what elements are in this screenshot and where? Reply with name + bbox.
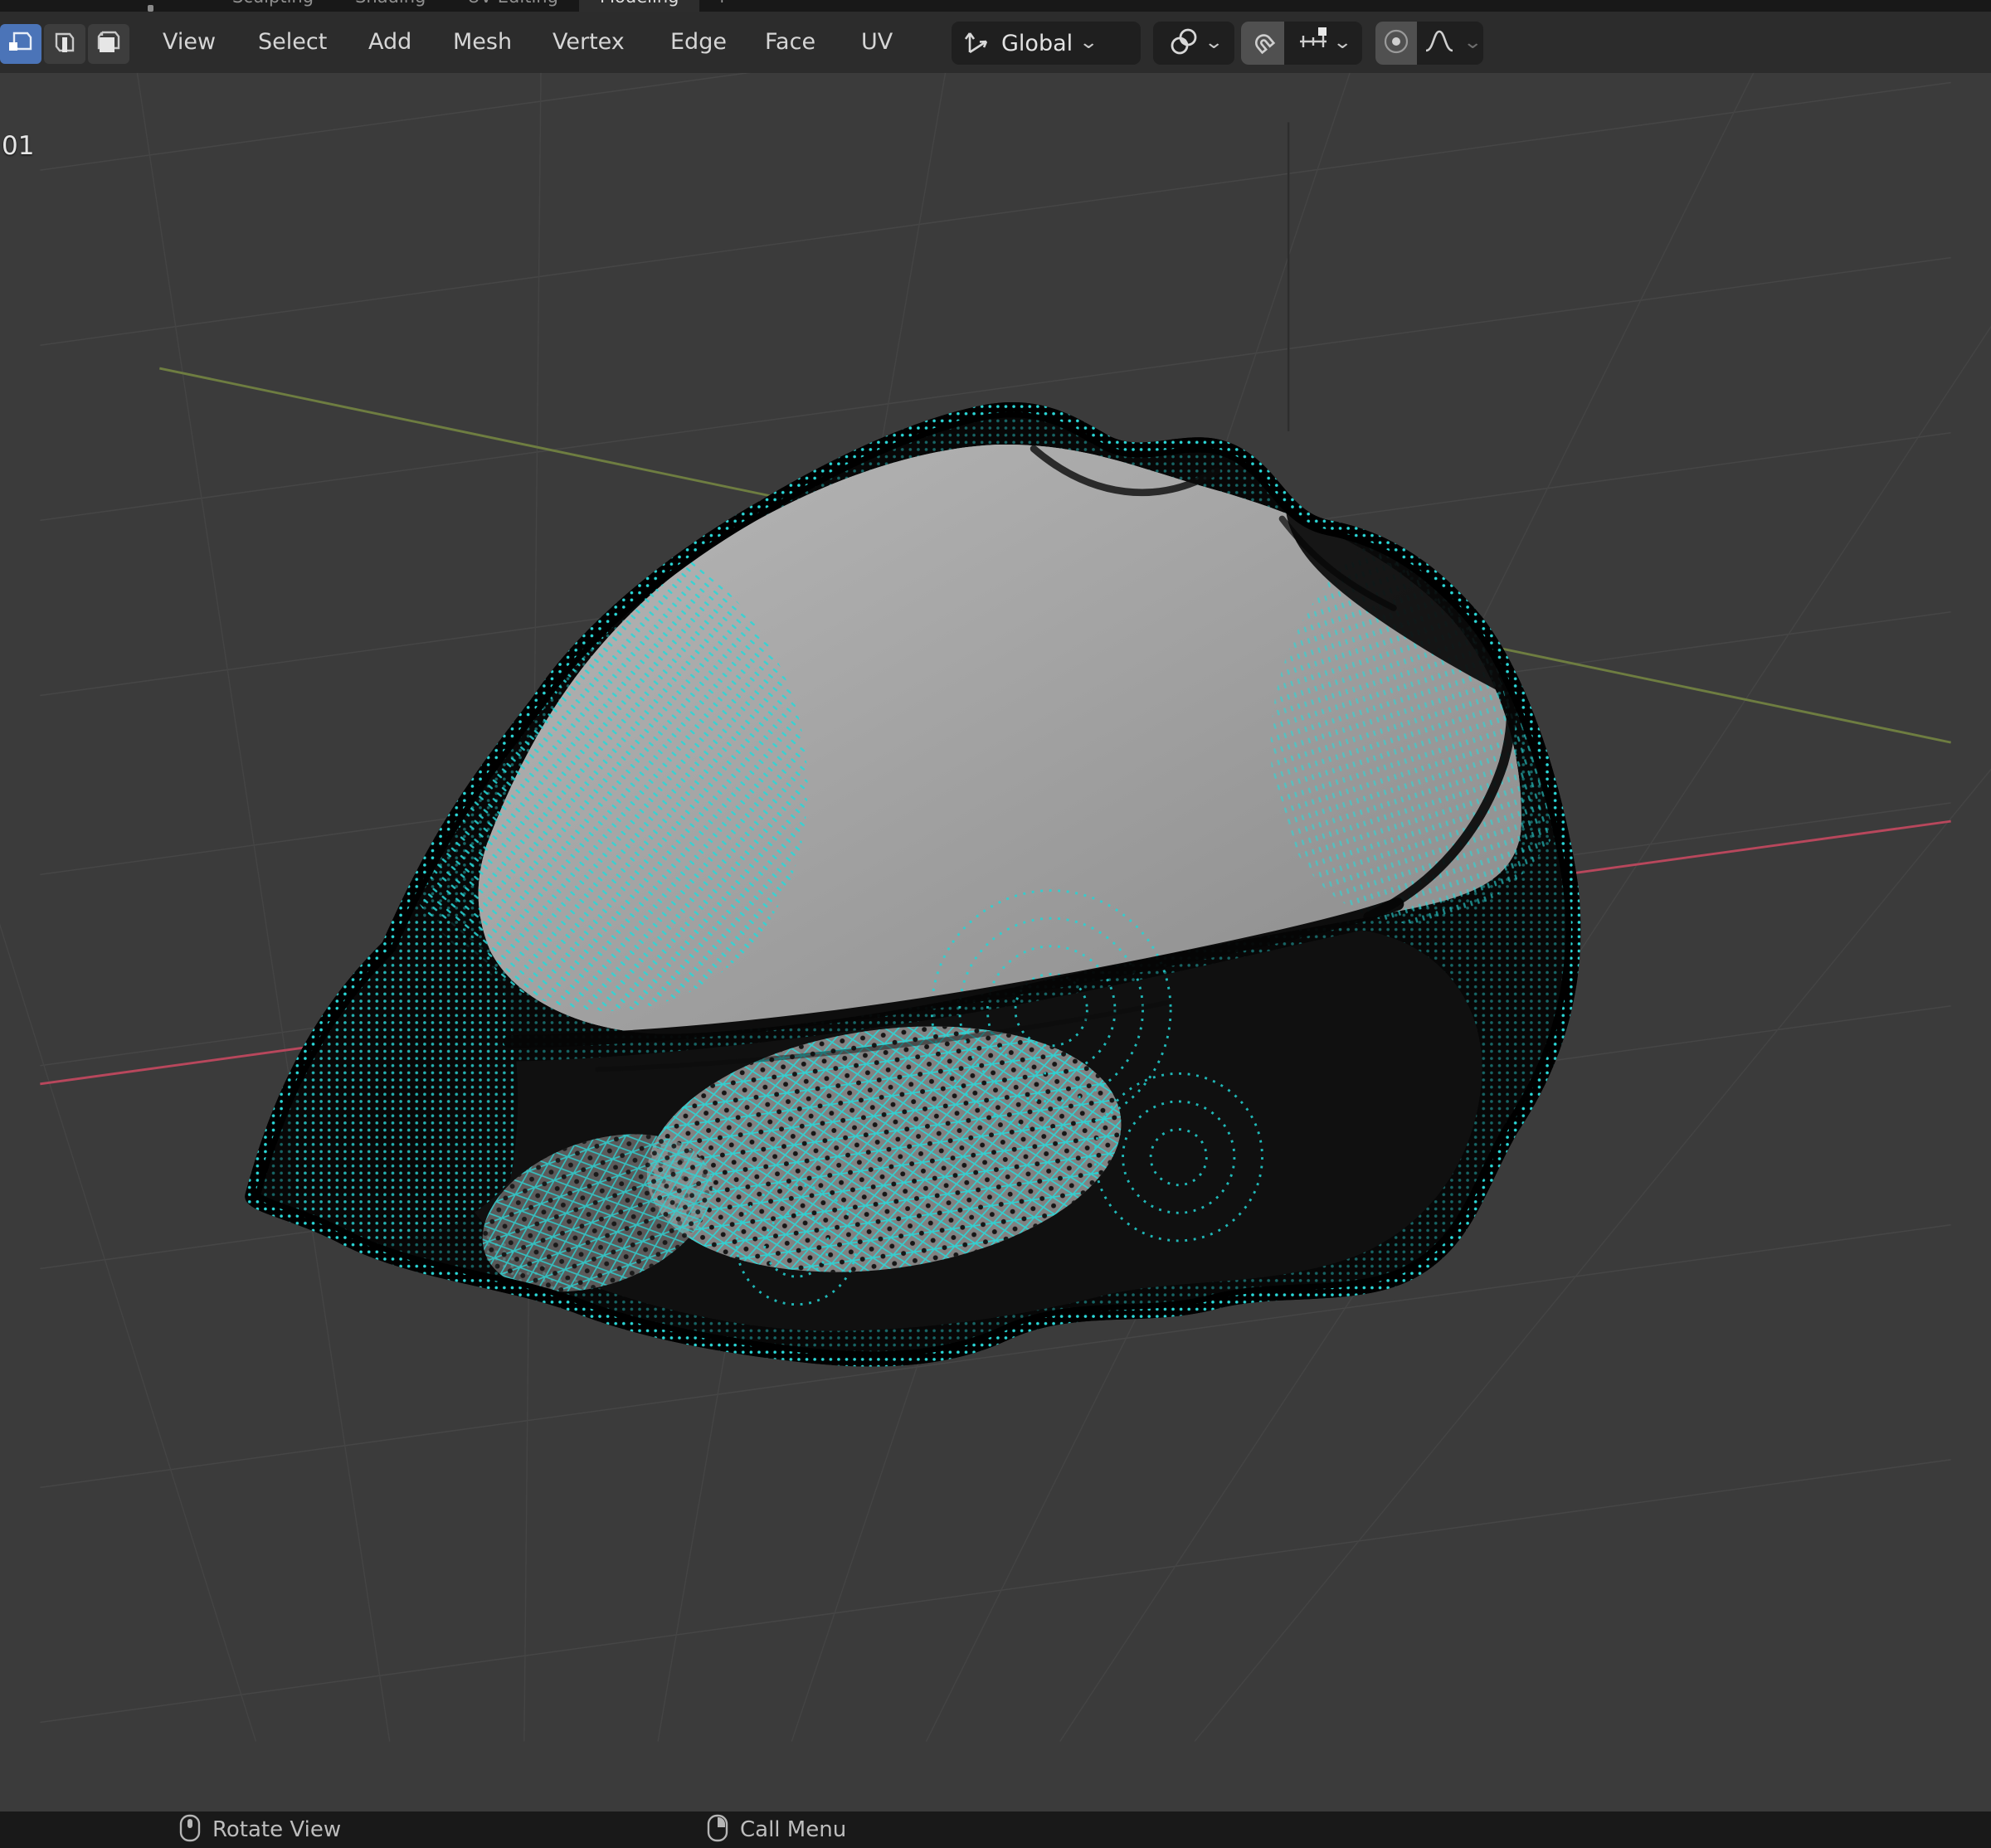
menu-uv[interactable]: UV [861, 12, 893, 73]
workspace-tab[interactable]: Shading [334, 0, 446, 12]
menu-add[interactable]: Add [368, 12, 411, 73]
status-bar: Rotate View Call Menu [0, 1812, 1991, 1848]
status-call-menu: Call Menu [707, 1812, 846, 1848]
transform-orientation-dropdown[interactable]: Global ⌄ [952, 22, 1141, 65]
workspace-tabs: Sculpting Shading UV Editing Modeling + [212, 0, 744, 12]
mesh-object [245, 402, 1581, 1367]
viewport-3d[interactable] [0, 73, 1991, 1812]
proportional-editing-group: ⌄ [1375, 22, 1483, 65]
status-rotate-view: Rotate View [179, 1812, 341, 1848]
cropped-tab-text-fragment [148, 5, 153, 12]
vertex-select-mode-button[interactable] [0, 24, 41, 64]
workspace-tab[interactable]: + [699, 0, 744, 12]
workspace-tab[interactable]: Sculpting [212, 0, 334, 12]
proportional-editing-toggle[interactable] [1375, 22, 1417, 65]
workspace-tab[interactable]: Modeling [578, 0, 700, 12]
menu-view[interactable]: View [163, 12, 216, 73]
mouse-right-icon [707, 1814, 728, 1846]
chevron-down-icon: ⌄ [1204, 32, 1224, 53]
edge-select-icon [50, 27, 80, 61]
face-select-icon [94, 27, 124, 61]
transform-orientation-value: Global [1001, 30, 1073, 56]
snap-toggle-button[interactable] [1241, 22, 1284, 65]
falloff-curve-icon [1423, 25, 1456, 61]
object-name-overlay: 01 [2, 131, 35, 161]
magnet-icon [1247, 26, 1278, 61]
transform-orientation-axes-icon [961, 25, 995, 61]
blender-window: Sculpting Shading UV Editing Modeling + [0, 0, 1991, 1848]
snapping-group: ⌄ [1241, 22, 1362, 65]
workspace-tab-bar: Sculpting Shading UV Editing Modeling + [0, 0, 1991, 12]
menu-select[interactable]: Select [258, 12, 327, 73]
vertex-select-icon [6, 27, 36, 61]
chevron-down-icon: ⌄ [1078, 32, 1099, 53]
edge-select-mode-button[interactable] [44, 24, 85, 64]
menu-mesh[interactable]: Mesh [453, 12, 512, 73]
chevron-down-icon: ⌄ [1332, 32, 1352, 53]
mouse-middle-icon [179, 1814, 201, 1846]
proportional-editing-icon [1380, 26, 1412, 61]
chevron-down-icon: ⌄ [1463, 32, 1482, 53]
pivot-point-icon [1166, 24, 1201, 62]
pivot-point-dropdown[interactable]: ⌄ [1153, 22, 1234, 65]
viewport-header: View Select Add Mesh Vertex Edge Face UV… [0, 12, 1991, 73]
face-select-mode-button[interactable] [88, 24, 129, 64]
menu-edge[interactable]: Edge [670, 12, 727, 73]
menu-vertex[interactable]: Vertex [553, 12, 625, 73]
snap-with-dropdown[interactable]: ⌄ [1284, 22, 1362, 65]
falloff-dropdown[interactable]: ⌄ [1462, 22, 1483, 65]
workspace-tab[interactable]: UV Editing [446, 0, 579, 12]
snap-increment-icon [1297, 25, 1330, 61]
menu-face[interactable]: Face [765, 12, 815, 73]
viewport-canvas [0, 73, 1991, 1743]
proportional-falloff-button[interactable] [1417, 22, 1462, 65]
